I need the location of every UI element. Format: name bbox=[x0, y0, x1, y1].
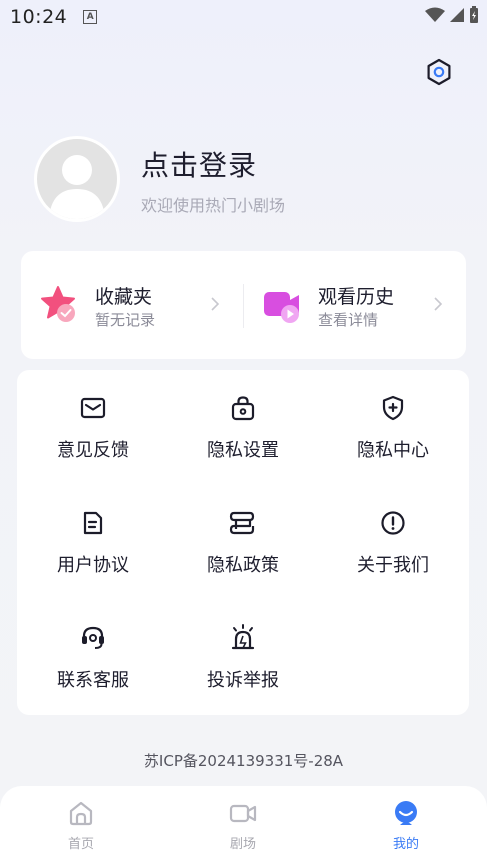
chevron-right-icon bbox=[211, 297, 220, 311]
menu-label: 隐私设置 bbox=[207, 440, 279, 461]
shield-plus-icon bbox=[382, 395, 404, 421]
scroll-icon bbox=[229, 511, 255, 535]
menu-item-privacy-policy[interactable]: 隐私政策 bbox=[168, 485, 318, 595]
menu-label: 用户协议 bbox=[57, 555, 129, 576]
login-subtitle: 欢迎使用热门小剧场 bbox=[141, 196, 286, 215]
menu-item-feedback[interactable]: 意见反馈 bbox=[18, 370, 168, 480]
watch-history-subtitle: 查看详情 bbox=[318, 311, 379, 329]
home-icon bbox=[69, 801, 93, 826]
tab-home[interactable]: 首页 bbox=[0, 786, 162, 865]
watch-history-entry[interactable]: 观看历史 查看详情 bbox=[244, 251, 466, 359]
menu-label: 联系客服 bbox=[57, 670, 129, 691]
tab-label: 首页 bbox=[67, 837, 94, 852]
menu-item-customer-service[interactable]: 联系客服 bbox=[18, 600, 168, 710]
avatar[interactable] bbox=[34, 136, 120, 222]
menu-label: 投诉举报 bbox=[207, 670, 279, 691]
login-title[interactable]: 点击登录 bbox=[141, 144, 257, 184]
headset-icon bbox=[82, 626, 104, 649]
user-silhouette-icon bbox=[49, 155, 105, 219]
favorites-subtitle: 暂无记录 bbox=[95, 311, 156, 329]
video-history-icon bbox=[264, 292, 299, 323]
menu-label: 隐私中心 bbox=[357, 440, 429, 461]
notification-icon: A bbox=[83, 10, 98, 24]
tab-label: 我的 bbox=[392, 837, 419, 852]
menu-item-report[interactable]: 投诉举报 bbox=[168, 600, 318, 710]
quick-access-card: 收藏夹 暂无记录 观看历史 查看详情 bbox=[21, 251, 466, 359]
info-exclamation-icon bbox=[381, 511, 405, 535]
star-icon bbox=[41, 286, 75, 322]
status-bar: 10:24 A bbox=[0, 0, 487, 34]
menu-item-user-agreement[interactable]: 用户协议 bbox=[18, 485, 168, 595]
status-time: 10:24 bbox=[10, 6, 68, 28]
profile-face-icon bbox=[395, 801, 417, 825]
tab-theater[interactable]: 剧场 bbox=[162, 786, 324, 865]
battery-icon bbox=[470, 6, 478, 23]
document-icon bbox=[83, 511, 103, 535]
tab-mine[interactable]: 我的 bbox=[325, 786, 487, 865]
bottom-tab-bar: 首页 剧场 我的 bbox=[0, 786, 487, 865]
video-camera-icon bbox=[229, 804, 257, 823]
menu-item-privacy-settings[interactable]: 隐私设置 bbox=[168, 370, 318, 480]
watch-history-title: 观看历史 bbox=[318, 286, 395, 308]
tab-label: 剧场 bbox=[229, 837, 256, 852]
icp-record: 苏ICP备2024139331号-28A bbox=[143, 752, 344, 770]
menu-grid-card: 意见反馈 隐私设置 隐私中心 用户协议 隐私政策 关于我们 联系客服 投诉举报 bbox=[17, 370, 469, 715]
menu-item-about-us[interactable]: 关于我们 bbox=[318, 485, 468, 595]
wifi-icon bbox=[425, 7, 445, 22]
menu-label: 关于我们 bbox=[357, 555, 429, 576]
signal-icon bbox=[450, 8, 464, 22]
settings-hexagon-icon[interactable] bbox=[424, 57, 454, 87]
alarm-bell-icon bbox=[231, 624, 255, 650]
favorites-title: 收藏夹 bbox=[95, 286, 153, 308]
menu-label: 隐私政策 bbox=[207, 555, 279, 576]
mail-icon bbox=[80, 397, 106, 419]
menu-label: 意见反馈 bbox=[57, 440, 129, 461]
lock-bag-icon bbox=[231, 396, 255, 421]
favorites-entry[interactable]: 收藏夹 暂无记录 bbox=[21, 251, 243, 359]
menu-item-privacy-center[interactable]: 隐私中心 bbox=[318, 370, 468, 480]
chevron-right-icon bbox=[434, 297, 443, 311]
